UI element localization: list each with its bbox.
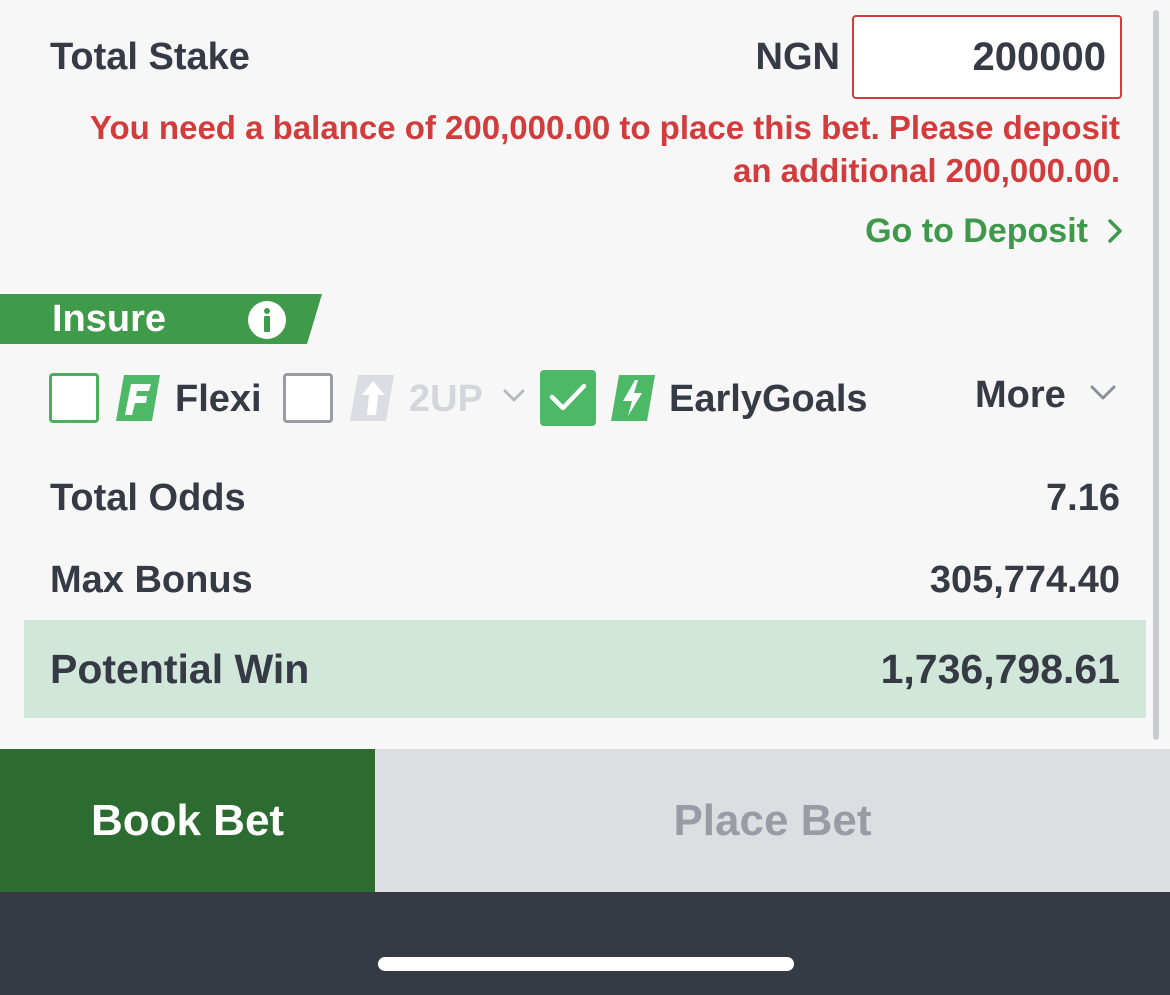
- stake-input[interactable]: [852, 15, 1122, 99]
- currency-label: NGN: [755, 36, 840, 78]
- go-to-deposit-label: Go to Deposit: [865, 212, 1088, 250]
- 2up-label: 2UP: [409, 378, 483, 420]
- total-stake-label: Total Stake: [50, 36, 250, 78]
- scrollbar[interactable]: [1153, 10, 1159, 740]
- chevron-down-icon[interactable]: [1089, 383, 1117, 403]
- lightning-icon: [611, 375, 655, 421]
- chevron-right-icon: [1108, 219, 1122, 243]
- insure-label: Insure: [52, 298, 167, 340]
- early-goals-label: EarlyGoals: [669, 378, 868, 420]
- more-options-button[interactable]: More: [975, 370, 1066, 420]
- max-bonus-value: 305,774.40: [929, 559, 1120, 601]
- total-odds-value: 7.16: [1046, 477, 1120, 519]
- go-to-deposit-link[interactable]: Go to Deposit: [865, 208, 1122, 254]
- 2up-arrow-icon: [350, 375, 394, 421]
- checkmark-icon: [549, 383, 587, 411]
- total-odds-label: Total Odds: [50, 477, 246, 519]
- bottom-system-bar: [0, 892, 1170, 995]
- home-indicator[interactable]: [378, 957, 794, 971]
- flexi-checkbox[interactable]: [49, 373, 99, 423]
- max-bonus-label: Max Bonus: [50, 559, 253, 601]
- flexi-icon: [116, 375, 160, 421]
- info-icon[interactable]: [247, 300, 287, 340]
- chevron-down-icon[interactable]: [503, 388, 525, 404]
- insufficient-balance-error: You need a balance of 200,000.00 to plac…: [89, 109, 1120, 189]
- flexi-label: Flexi: [175, 378, 262, 420]
- early-goals-checkbox[interactable]: [540, 370, 596, 426]
- potential-win-label: Potential Win: [50, 646, 310, 692]
- place-bet-button[interactable]: Place Bet: [375, 749, 1170, 892]
- 2up-checkbox[interactable]: [283, 373, 333, 423]
- potential-win-value: 1,736,798.61: [880, 646, 1120, 692]
- book-bet-button[interactable]: Book Bet: [0, 749, 375, 892]
